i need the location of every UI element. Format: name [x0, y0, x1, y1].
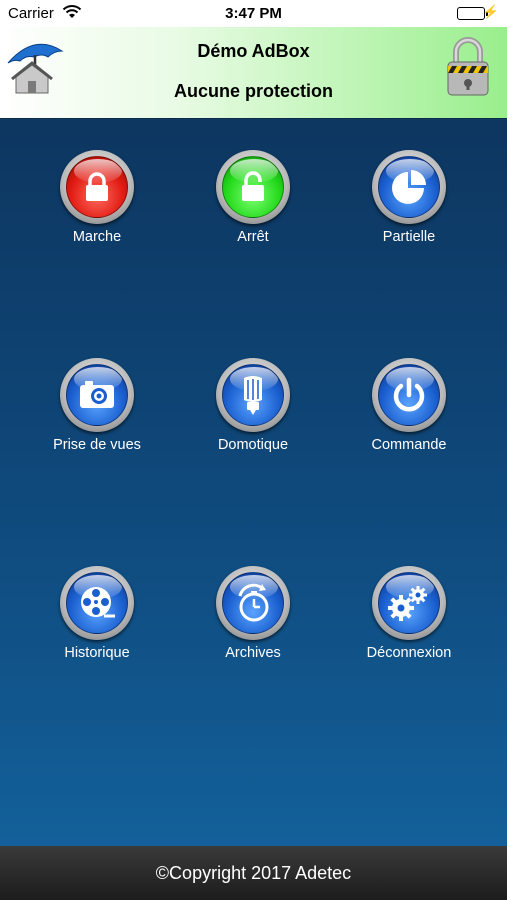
tile-prise-de-vues[interactable]: Prise de vues [32, 358, 162, 478]
tile-partielle[interactable]: Partielle [344, 150, 474, 270]
main-menu: Marche Arrêt Partielle Prise de vues Dom… [0, 120, 507, 846]
protection-status: Aucune protection [173, 81, 333, 101]
charging-icon: ⚡ [482, 4, 499, 19]
app-header: Démo AdBox Aucune protection [0, 27, 507, 119]
stopwatch-icon [222, 572, 284, 634]
lock-open-icon [222, 156, 284, 218]
app-title: Démo AdBox [197, 41, 310, 61]
tile-label: Marche [72, 229, 122, 245]
padlock-icon [445, 35, 491, 97]
tile-label: Déconnexion [366, 645, 452, 661]
tile-domotique[interactable]: Domotique [188, 358, 318, 478]
tile-commande[interactable]: Commande [344, 358, 474, 478]
tile-arret[interactable]: Arrêt [188, 150, 318, 270]
camera-icon [66, 364, 128, 426]
status-bar: Carrier 3:47 PM ⚡ [0, 0, 507, 27]
battery-icon [457, 7, 488, 20]
lock-closed-icon [66, 156, 128, 218]
tile-label: Archives [225, 645, 281, 661]
tile-label: Arrêt [237, 229, 269, 245]
light-bulb-icon [222, 364, 284, 426]
tile-archives[interactable]: Archives [188, 566, 318, 686]
clock: 3:47 PM [225, 5, 282, 22]
tile-historique[interactable]: Historique [32, 566, 162, 686]
footer: ©Copyright 2017 Adetec [0, 846, 507, 900]
tile-label: Domotique [217, 437, 289, 453]
tile-marche[interactable]: Marche [32, 150, 162, 270]
power-icon [378, 364, 440, 426]
copyright-text: ©Copyright 2017 Adetec [155, 863, 352, 883]
tile-deconnexion[interactable]: Déconnexion [344, 566, 474, 686]
tile-label: Historique [64, 645, 130, 661]
gears-icon [378, 572, 440, 634]
tile-label: Partielle [382, 229, 436, 245]
tile-label: Commande [371, 437, 447, 453]
pie-chart-icon [378, 156, 440, 218]
tile-label: Prise de vues [53, 437, 141, 453]
film-reel-icon [66, 572, 128, 634]
